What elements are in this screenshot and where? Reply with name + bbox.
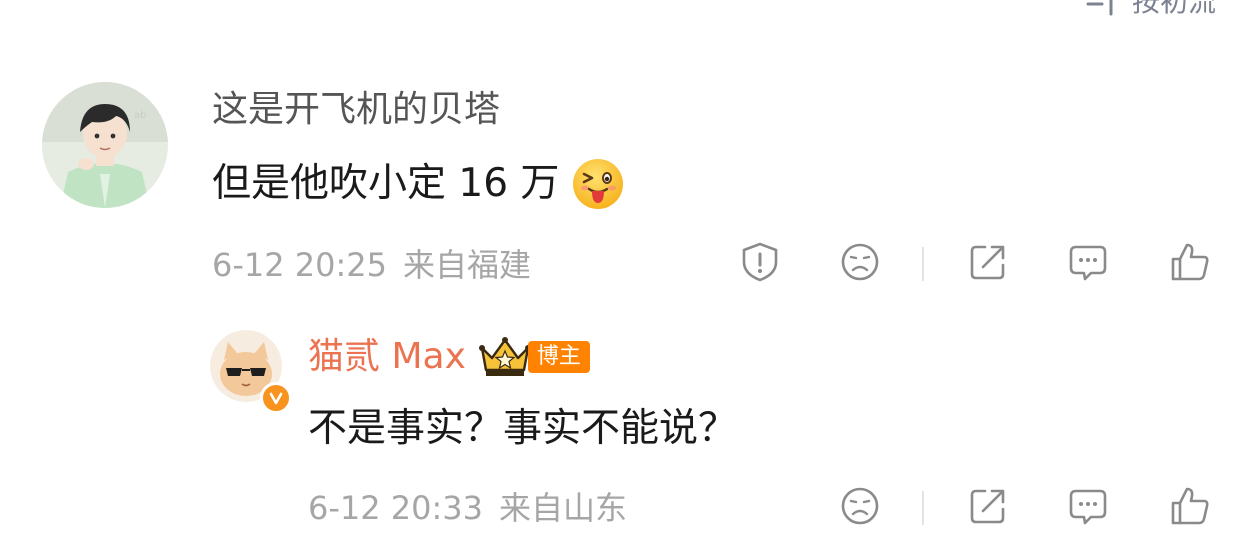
sort-toggle[interactable]: 按初流 <box>1084 0 1216 20</box>
reply-icon <box>1067 485 1109 531</box>
sort-label: 按初流 <box>1131 0 1216 18</box>
reply-header: 猫贰 Max 博主 <box>308 335 590 379</box>
crown-icon <box>478 336 532 378</box>
reply-reply-button[interactable] <box>1066 486 1110 530</box>
squinting-tongue-emoji-icon <box>571 157 625 211</box>
report-icon <box>739 241 781 287</box>
share-button[interactable] <box>966 242 1010 286</box>
dislike-button[interactable] <box>838 242 882 286</box>
report-button[interactable] <box>738 242 782 286</box>
reply-text: 不是事实？事实不能说？ <box>308 406 738 451</box>
reply-dislike-button[interactable] <box>838 486 882 530</box>
reply-time: 6-12 20:33 <box>308 489 484 527</box>
svg-text:ab: ab <box>134 110 146 121</box>
dislike-face-icon <box>839 241 881 287</box>
dislike-face-icon <box>839 485 881 531</box>
comment-thread: 按初流 ab 这是开飞机的贝塔 但是他吹小定 16 万 6-12 20:25 来… <box>0 0 1260 557</box>
share-icon <box>967 485 1009 531</box>
blogger-badge: 博主 <box>527 341 590 373</box>
reply-meta: 6-12 20:33 来自山东 <box>308 488 627 528</box>
comment-body: 但是他吹小定 16 万 <box>212 157 625 211</box>
reply-username[interactable]: 猫贰 Max <box>308 335 466 379</box>
reply-location: 来自山东 <box>499 489 628 527</box>
reply-share-button[interactable] <box>966 486 1010 530</box>
action-divider <box>922 491 924 525</box>
comment-username[interactable]: 这是开飞机的贝塔 <box>212 88 500 132</box>
comment-meta: 6-12 20:25 来自福建 <box>212 245 531 285</box>
action-divider <box>922 247 924 281</box>
reply-button[interactable] <box>1066 242 1110 286</box>
share-icon <box>967 241 1009 287</box>
like-button[interactable] <box>1168 242 1212 286</box>
comment-time: 6-12 20:25 <box>212 246 388 284</box>
comment-text: 但是他吹小定 16 万 <box>212 161 560 206</box>
avatar[interactable]: ab <box>42 82 168 208</box>
reply-icon <box>1067 241 1109 287</box>
reply-like-button[interactable] <box>1168 486 1212 530</box>
sort-icon <box>1084 0 1120 18</box>
like-icon <box>1168 240 1212 288</box>
comment-location: 来自福建 <box>403 246 532 284</box>
verified-badge-icon <box>260 382 292 414</box>
like-icon <box>1168 484 1212 532</box>
